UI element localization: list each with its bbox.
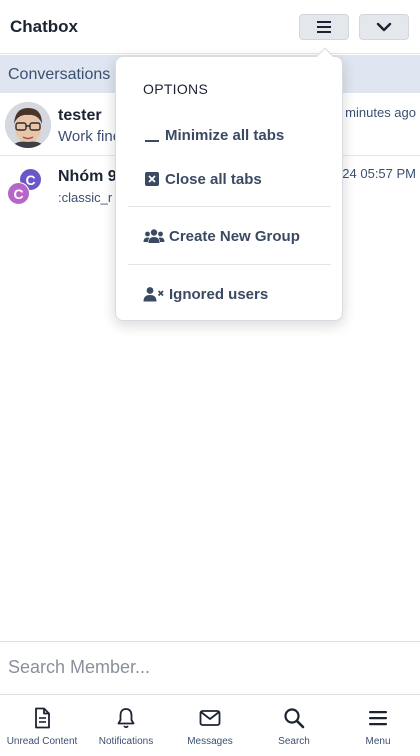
nav-label: Search — [278, 736, 310, 747]
nav-label: Messages — [187, 736, 233, 747]
envelope-icon — [199, 710, 221, 726]
minimize-icon — [143, 127, 161, 143]
nav-notifications[interactable]: Notifications — [84, 695, 168, 756]
close-box-icon — [143, 171, 161, 187]
user-ignore-icon — [143, 286, 165, 302]
nav-label: Menu — [365, 736, 391, 747]
create-new-group-item[interactable]: Create New Group — [143, 224, 300, 248]
user-avatar — [5, 102, 51, 148]
search-member-area — [0, 641, 420, 694]
chatbox-title: Chatbox — [10, 17, 78, 36]
nav-menu[interactable]: Menu — [336, 695, 420, 756]
conversation-snippet: Work fine — [58, 128, 122, 145]
conversation-snippet: :classic_r — [58, 190, 113, 205]
dropdown-heading: OPTIONS — [143, 81, 209, 97]
bottom-nav: Unread Content Notifications Messages Se… — [0, 694, 420, 756]
conversation-name: tester — [58, 107, 102, 124]
dropdown-divider — [128, 206, 331, 207]
nav-unread-content[interactable]: Unread Content — [0, 695, 84, 756]
document-icon — [35, 707, 50, 729]
menu-icon — [369, 711, 387, 726]
dropdown-item-label: Close all tabs — [165, 170, 262, 188]
options-dropdown: OPTIONS Minimize all tabs Close all tabs — [115, 56, 343, 321]
dropdown-divider — [128, 264, 331, 265]
bell-icon — [117, 708, 135, 729]
hamburger-icon — [317, 21, 331, 33]
nav-label: Notifications — [98, 736, 154, 747]
ignored-users-item[interactable]: Ignored users — [143, 282, 268, 306]
collapse-button[interactable] — [359, 14, 409, 40]
conversation-time: /24 05:57 PM — [338, 166, 416, 181]
dropdown-item-label: Create New Group — [169, 227, 300, 245]
nav-messages[interactable]: Messages — [168, 695, 252, 756]
conversation-time: minutes ago — [345, 105, 416, 120]
search-member-input[interactable] — [0, 642, 420, 692]
dropdown-item-label: Minimize all tabs — [165, 126, 285, 144]
minimize-all-tabs-item[interactable]: Minimize all tabs — [143, 123, 284, 147]
users-icon — [143, 228, 165, 244]
group-avatar-front: C — [7, 182, 30, 205]
nav-label: Unread Content — [6, 736, 78, 747]
search-icon — [284, 708, 305, 729]
conversation-name: Nhóm 9 — [58, 168, 117, 185]
nav-search[interactable]: Search — [252, 695, 336, 756]
dropdown-item-label: Ignored users — [169, 285, 269, 303]
close-all-tabs-item[interactable]: Close all tabs — [143, 167, 262, 191]
options-menu-button[interactable] — [299, 14, 349, 40]
chevron-down-icon — [376, 22, 392, 32]
chatbox-header: Chatbox — [0, 0, 420, 54]
conversations-label: Conversations — [8, 66, 111, 83]
